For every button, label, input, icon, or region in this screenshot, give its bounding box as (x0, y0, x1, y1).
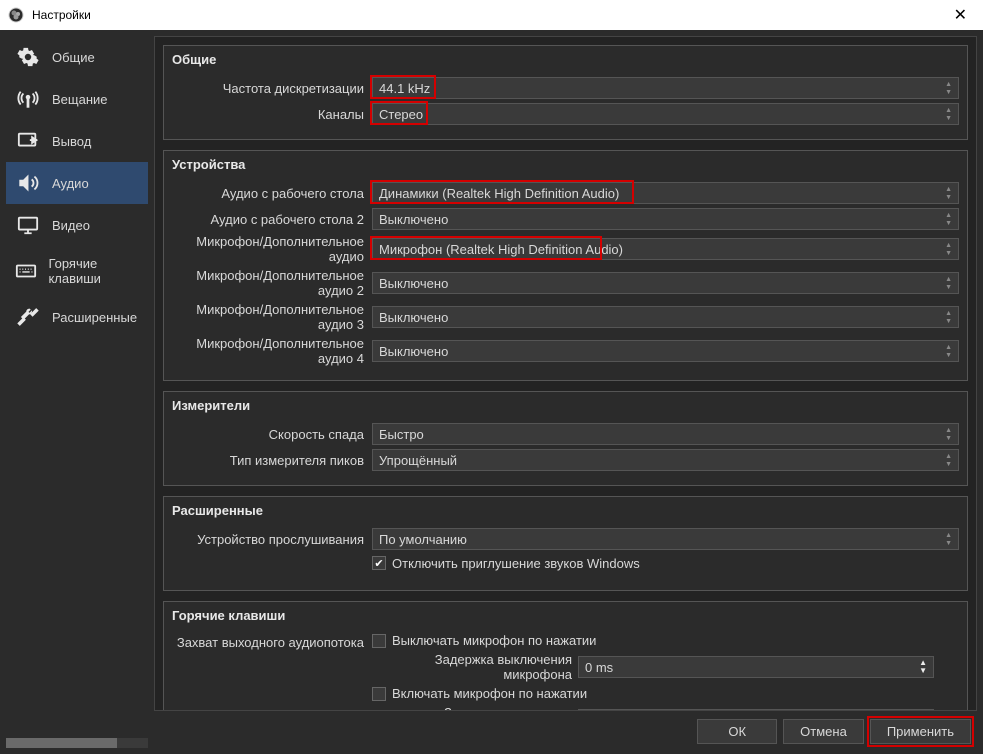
mic-audio4-label: Микрофон/Дополнительное аудио 4 (172, 336, 372, 366)
section-hotkeys: Горячие клавиши Захват выходного аудиопо… (163, 601, 968, 711)
titlebar: Настройки ✕ (0, 0, 983, 30)
section-general: Общие Частота дискретизации 44.1 kHz ▲▼ (163, 45, 968, 140)
app-icon (8, 7, 24, 23)
ok-button[interactable]: ОК (697, 719, 777, 744)
sidebar-scrollbar[interactable] (6, 738, 148, 748)
sidebar-item-label: Общие (52, 50, 95, 65)
desktop-audio-select[interactable]: Динамики (Realtek High Definition Audio)… (372, 182, 959, 204)
decay-rate-select[interactable]: Быстро▲▼ (372, 423, 959, 445)
section-title: Расширенные (164, 497, 967, 524)
window-title: Настройки (32, 8, 91, 22)
chevron-up-icon: ▲ (945, 107, 952, 114)
monitor-icon (14, 214, 42, 236)
desktop-audio2-label: Аудио с рабочего стола 2 (172, 212, 372, 227)
section-title: Общие (164, 46, 967, 73)
mute-delay-label: Задержка выключения микрофона (372, 652, 572, 682)
cancel-button[interactable]: Отмена (783, 719, 864, 744)
channels-value: Стерео (379, 107, 423, 122)
output-capture-label: Захват выходного аудиопотока (172, 633, 372, 711)
speaker-icon (14, 172, 42, 194)
chevron-down-icon: ▼ (945, 250, 952, 257)
unmute-push-label: Включать микрофон по нажатии (392, 686, 587, 701)
footer: ОК Отмена Применить (154, 711, 977, 748)
desktop-audio2-select[interactable]: Выключено▲▼ (372, 208, 959, 230)
peak-meter-label: Тип измерителя пиков (172, 453, 372, 468)
sidebar-item-label: Горячие клавиши (48, 256, 140, 286)
mute-push-label: Выключать микрофон по нажатии (392, 633, 596, 648)
sample-rate-value: 44.1 kHz (379, 81, 430, 96)
section-advanced: Расширенные Устройство прослушивания По … (163, 496, 968, 591)
desktop-audio-value: Динамики (Realtek High Definition Audio) (379, 186, 619, 201)
chevron-down-icon: ▼ (945, 89, 952, 96)
chevron-up-icon: ▲ (945, 81, 952, 88)
sidebar-item-label: Расширенные (52, 310, 137, 325)
monitoring-device-select[interactable]: По умолчанию▲▼ (372, 528, 959, 550)
mic-audio3-select[interactable]: Выключено▲▼ (372, 306, 959, 328)
chevron-up-icon: ▲ (945, 242, 952, 249)
tools-icon (14, 306, 42, 328)
peak-meter-select[interactable]: Упрощённый▲▼ (372, 449, 959, 471)
sidebar-item-stream[interactable]: Вещание (6, 78, 148, 120)
sidebar-item-hotkeys[interactable]: Горячие клавиши (6, 246, 148, 296)
channels-select[interactable]: Стерео ▲▼ (372, 103, 959, 125)
content-pane: Общие Частота дискретизации 44.1 kHz ▲▼ (154, 36, 977, 711)
sample-rate-label: Частота дискретизации (172, 81, 372, 96)
section-meters: Измерители Скорость спада Быстро▲▼ Тип и… (163, 391, 968, 486)
section-title: Измерители (164, 392, 967, 419)
chevron-down-icon: ▼ (945, 194, 952, 201)
mic-audio-select[interactable]: Микрофон (Realtek High Definition Audio)… (372, 238, 959, 260)
keyboard-icon (14, 260, 38, 282)
monitoring-device-label: Устройство прослушивания (172, 532, 372, 547)
sidebar-item-label: Аудио (52, 176, 89, 191)
mute-delay-input[interactable]: 0 ms▲▼ (578, 656, 934, 678)
unmute-push-checkbox[interactable] (372, 687, 386, 701)
channels-label: Каналы (172, 107, 372, 122)
mic-audio2-label: Микрофон/Дополнительное аудио 2 (172, 268, 372, 298)
chevron-down-icon: ▼ (945, 115, 952, 122)
broadcast-icon (14, 88, 42, 110)
disable-ducking-label: Отключить приглушение звуков Windows (392, 556, 640, 571)
sidebar-item-label: Вывод (52, 134, 91, 149)
sidebar: Общие Вещание Вывод Аудио Видео Горячие … (6, 36, 148, 748)
sidebar-item-label: Вещание (52, 92, 108, 107)
mic-audio3-label: Микрофон/Дополнительное аудио 3 (172, 302, 372, 332)
gear-icon (14, 46, 42, 68)
mic-audio2-select[interactable]: Выключено▲▼ (372, 272, 959, 294)
disable-ducking-checkbox[interactable] (372, 556, 386, 570)
desktop-audio-label: Аудио с рабочего стола (172, 186, 372, 201)
section-devices: Устройства Аудио с рабочего стола Динами… (163, 150, 968, 381)
sidebar-item-audio[interactable]: Аудио (6, 162, 148, 204)
decay-rate-label: Скорость спада (172, 427, 372, 442)
apply-button[interactable]: Применить (870, 719, 971, 744)
section-title: Горячие клавиши (164, 602, 967, 629)
sidebar-item-label: Видео (52, 218, 90, 233)
section-title: Устройства (164, 151, 967, 178)
sidebar-item-advanced[interactable]: Расширенные (6, 296, 148, 338)
mute-push-checkbox[interactable] (372, 634, 386, 648)
sidebar-item-general[interactable]: Общие (6, 36, 148, 78)
close-icon[interactable]: ✕ (946, 5, 975, 25)
mic-audio-label: Микрофон/Дополнительное аудио (172, 234, 372, 264)
output-icon (14, 130, 42, 152)
sample-rate-select[interactable]: 44.1 kHz ▲▼ (372, 77, 959, 99)
chevron-up-icon: ▲ (945, 186, 952, 193)
mic-audio-value: Микрофон (Realtek High Definition Audio) (379, 242, 623, 257)
sidebar-item-output[interactable]: Вывод (6, 120, 148, 162)
mic-audio4-select[interactable]: Выключено▲▼ (372, 340, 959, 362)
sidebar-item-video[interactable]: Видео (6, 204, 148, 246)
